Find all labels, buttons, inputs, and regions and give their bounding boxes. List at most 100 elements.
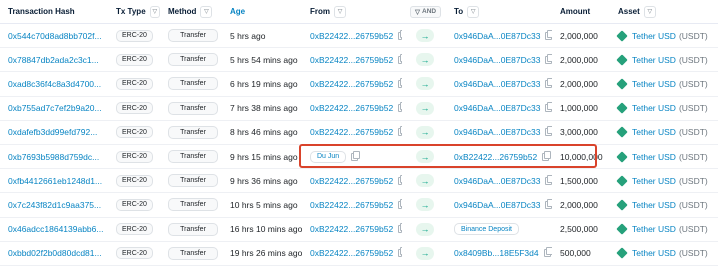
copy-icon[interactable] [398,198,402,209]
asset-link[interactable]: Tether USD [632,200,676,210]
from-address[interactable]: 0xB22422...26759b52 [310,200,393,210]
col-type-header: Tx Type ▽ [108,0,160,23]
copy-icon[interactable] [398,77,402,88]
from-address[interactable]: 0xB22422...26759b52 [310,248,393,258]
tx-hash-link[interactable]: 0x544c70d8ad8bb702f... [8,31,102,41]
tx-hash-link[interactable]: 0x78847db2ada2c3c1... [8,55,99,65]
arrow-right-icon: → [416,101,434,115]
direction-cell: → [402,193,446,216]
copy-icon[interactable] [351,150,361,161]
type-cell: ERC-20 [108,48,160,71]
amount-cell: 500,000 [552,242,610,265]
to-address[interactable]: 0x946DaA...0E87Dc33 [454,79,540,89]
copy-icon[interactable] [545,198,552,209]
copy-icon[interactable] [545,29,552,40]
tx-hash-link[interactable]: 0xfb4412661eb1248d1... [8,176,102,186]
arrow-right-icon: → [416,125,434,139]
from-address[interactable]: 0xB22422...26759b52 [310,103,393,113]
arrow-right-icon: → [416,222,434,236]
arrow-right-icon: → [416,77,434,91]
to-address[interactable]: 0x946DaA...0E87Dc33 [454,200,540,210]
to-cell: Binance Deposit [446,218,552,241]
asset-symbol: (USDT) [678,199,708,210]
asset-link[interactable]: Tether USD [632,31,676,41]
hash-cell: 0xdafefb3dd99efd792... [0,121,108,144]
tx-hash-link[interactable]: 0xbbd02f2b0d80dcd81... [8,248,102,258]
asset-link[interactable]: Tether USD [632,176,676,186]
filter-icon[interactable]: ▽ [149,5,160,18]
tx-hash-link[interactable]: 0x46adcc1864139abb6... [8,224,103,234]
to-address[interactable]: 0x946DaA...0E87Dc33 [454,127,540,137]
table-row: 0x7c243f82d1c9aa375... ERC-20 Transfer 1… [0,193,718,218]
copy-icon[interactable] [542,150,552,161]
to-address[interactable]: 0x946DaA...0E87Dc33 [454,31,540,41]
and-filter-button[interactable]: ▽ AND [410,5,442,18]
asset-link[interactable]: Tether USD [632,152,676,162]
copy-icon[interactable] [398,126,402,137]
copy-icon[interactable] [545,77,552,88]
asset-symbol: (USDT) [678,78,708,89]
asset-link[interactable]: Tether USD [632,224,676,234]
col-to-header: To ▽ [446,0,552,23]
age-text: 7 hrs 38 mins ago [230,103,298,114]
tx-hash-link[interactable]: 0xdafefb3dd99efd792... [8,127,97,137]
copy-icon[interactable] [398,223,402,234]
hash-cell: 0x7c243f82d1c9aa375... [0,193,108,216]
asset-cell: Tether USD (USDT) [610,97,718,120]
to-name-tag[interactable]: Binance Deposit [454,223,519,236]
tx-type-badge: ERC-20 [116,247,153,260]
copy-icon[interactable] [545,53,552,64]
tether-icon [616,247,628,259]
from-name-tag[interactable]: Du Jun [310,150,347,163]
tx-hash-link[interactable]: 0xad8c36f4c8a3d4700... [8,79,101,89]
from-address[interactable]: 0xB22422...26759b52 [310,176,393,186]
copy-icon[interactable] [543,247,552,258]
filter-icon[interactable]: ▽ [200,5,213,18]
from-address[interactable]: 0xB22422...26759b52 [310,79,393,89]
asset-link[interactable]: Tether USD [632,55,676,65]
copy-icon[interactable] [398,53,402,64]
amount-cell: 1,000,000 [552,97,610,120]
method-cell: Transfer [160,193,222,216]
hash-cell: 0x544c70d8ad8bb702f... [0,24,108,47]
to-address[interactable]: 0x946DaA...0E87Dc33 [454,103,540,113]
amount-value: 2,500,000 [560,224,598,235]
copy-icon[interactable] [398,247,402,258]
copy-icon[interactable] [398,102,402,113]
asset-cell: Tether USD (USDT) [610,242,718,265]
copy-icon[interactable] [545,126,552,137]
from-address[interactable]: 0xB22422...26759b52 [310,224,393,234]
col-age-header[interactable]: Age [222,0,302,23]
filter-icon[interactable]: ▽ [643,5,656,18]
to-cell: 0x946DaA...0E87Dc33 [446,169,552,192]
to-address[interactable]: 0x8409Bb...18E5F3d4 [454,248,539,258]
tx-type-badge: ERC-20 [116,150,153,163]
tx-hash-link[interactable]: 0xb7693b5988d759dc... [8,152,99,162]
tx-hash-link[interactable]: 0x7c243f82d1c9aa375... [8,200,101,210]
to-cell: 0x946DaA...0E87Dc33 [446,72,552,95]
from-address[interactable]: 0xB22422...26759b52 [310,127,393,137]
copy-icon[interactable] [398,174,402,185]
from-address[interactable]: 0xB22422...26759b52 [310,55,393,65]
filter-icon[interactable]: ▽ [334,5,346,18]
asset-link[interactable]: Tether USD [632,79,676,89]
method-badge: Transfer [168,53,218,67]
method-cell: Transfer [160,169,222,192]
copy-icon[interactable] [545,174,552,185]
asset-link[interactable]: Tether USD [632,248,676,258]
copy-icon[interactable] [545,102,552,113]
to-address[interactable]: 0x946DaA...0E87Dc33 [454,176,540,186]
to-address[interactable]: 0xB22422...26759b52 [454,152,537,162]
filter-icon[interactable]: ▽ [467,5,480,18]
copy-icon[interactable] [398,29,402,40]
amount-value: 2,000,000 [560,54,598,65]
to-address[interactable]: 0x946DaA...0E87Dc33 [454,55,540,65]
asset-link[interactable]: Tether USD [632,103,676,113]
method-badge: Transfer [168,222,218,236]
tx-type-badge: ERC-20 [116,223,153,236]
asset-link[interactable]: Tether USD [632,127,676,137]
tx-hash-link[interactable]: 0xb755ad7c7ef2b9a20... [8,103,102,113]
method-cell: Transfer [160,97,222,120]
from-address[interactable]: 0xB22422...26759b52 [310,31,393,41]
method-badge: Transfer [168,246,218,260]
